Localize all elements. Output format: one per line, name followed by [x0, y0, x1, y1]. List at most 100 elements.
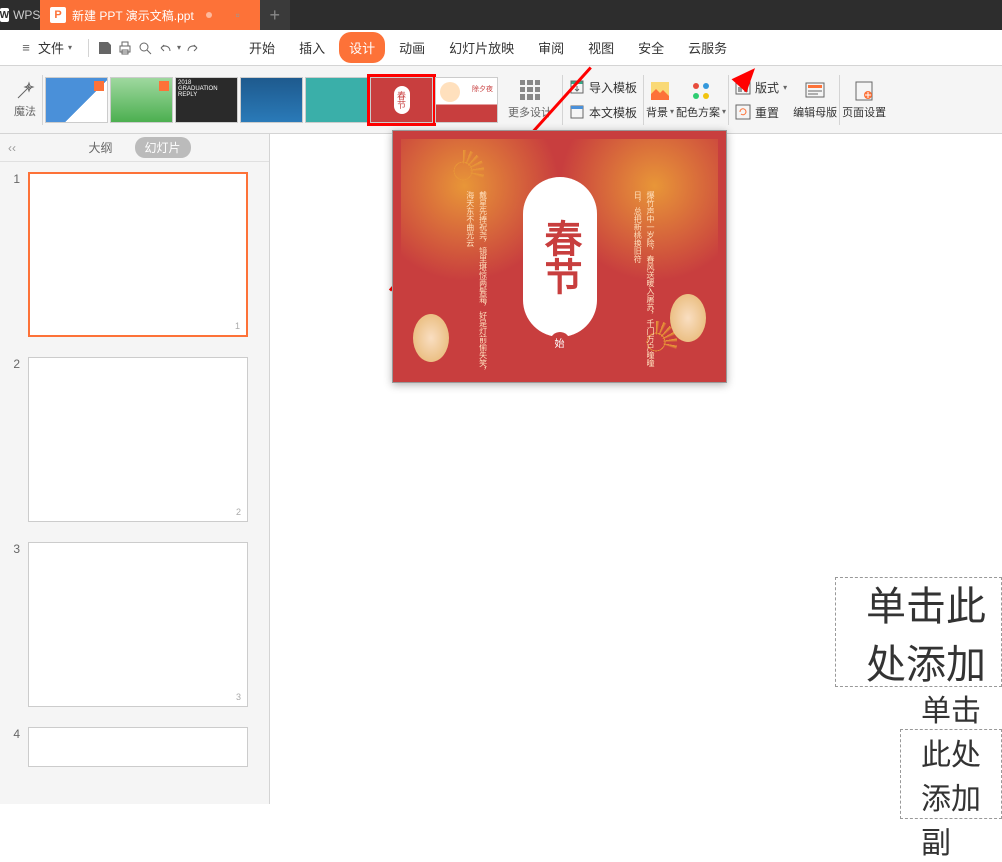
- template-3[interactable]: 2018GRADUATIONREPLY: [175, 77, 238, 123]
- color-scheme-button[interactable]: 配色方案▾: [676, 80, 726, 120]
- preview-left-text: 戴星先捧祝尧，镜里堪惊两鬓霜，好是灯前偷失笑，海天东不曲光云: [463, 191, 489, 382]
- save-icon[interactable]: [97, 40, 113, 56]
- template-preview-popup: 戴星先捧祝尧，镜里堪惊两鬓霜，好是灯前偷失笑，海天东不曲光云 爆竹声中一岁除，春…: [392, 130, 727, 383]
- separator: [42, 75, 43, 125]
- lantern-icon: [670, 294, 706, 342]
- slides-tab[interactable]: 幻灯片: [135, 137, 191, 158]
- slide-number: 4: [8, 727, 20, 767]
- slide-entry-3[interactable]: 3 3: [8, 542, 261, 707]
- layout-label: 版式: [755, 79, 779, 96]
- preview-badge: 始: [550, 332, 570, 352]
- chevron-down-icon: ▾: [783, 83, 787, 92]
- slide-number: 1: [8, 172, 20, 337]
- slide-thumbnail[interactable]: 2: [28, 357, 248, 522]
- page-setup-button[interactable]: 页面设置: [842, 80, 886, 120]
- slide-entry-4[interactable]: 4: [8, 727, 261, 767]
- magic-label: 魔法: [14, 103, 36, 119]
- slide-thumbnail[interactable]: [28, 727, 248, 767]
- color-scheme-label: 配色方案: [676, 104, 720, 120]
- magic-wand-icon: [15, 81, 35, 101]
- print-preview-icon[interactable]: [137, 40, 153, 56]
- palette-icon: [690, 80, 712, 102]
- background-icon: [649, 80, 671, 102]
- template-6-label: 春节: [394, 86, 410, 114]
- ppt-file-icon: P: [50, 7, 66, 23]
- separator: [728, 75, 729, 125]
- document-tab[interactable]: P 新建 PPT 演示文稿.ppt ▫: [40, 0, 260, 30]
- template-4[interactable]: [240, 77, 303, 123]
- slide-page-label: 1: [235, 321, 240, 331]
- tab-security[interactable]: 安全: [628, 32, 674, 63]
- grid-icon: [520, 80, 540, 100]
- slide-thumbnail[interactable]: 3: [28, 542, 248, 707]
- import-template-label: 导入模板: [589, 79, 637, 96]
- chevron-down-icon: ▾: [670, 107, 674, 116]
- redo-icon[interactable]: [185, 40, 201, 56]
- file-menu[interactable]: ≡ 文件 ▾: [10, 34, 80, 61]
- tab-design[interactable]: 设计: [339, 32, 385, 63]
- subtitle-placeholder[interactable]: 单击此处添加副: [900, 729, 1002, 819]
- tab-cloud[interactable]: 云服务: [678, 32, 737, 63]
- chevron-down-icon: ▾: [68, 43, 72, 52]
- lantern-icon: [413, 314, 449, 362]
- tab-menu-icon[interactable]: ▫: [226, 8, 250, 22]
- slides-list[interactable]: 1 1 2 2 3 3 4: [0, 162, 269, 804]
- file-label: 文件: [38, 38, 64, 57]
- print-icon[interactable]: [117, 40, 133, 56]
- tab-start[interactable]: 开始: [239, 32, 285, 63]
- slide-page-label: 3: [236, 692, 241, 702]
- slide-panel: ‹‹ 大纲 幻灯片 1 1 2 2 3 3 4: [0, 134, 270, 804]
- wps-logo-icon: W: [0, 8, 9, 22]
- separator: [643, 75, 644, 125]
- background-label: 背景: [646, 104, 668, 120]
- tab-animation[interactable]: 动画: [389, 32, 435, 63]
- reset-button[interactable]: 重置: [731, 102, 791, 123]
- wps-logo[interactable]: W WPS: [0, 8, 40, 22]
- tab-slideshow[interactable]: 幻灯片放映: [439, 32, 524, 63]
- template-6-selected[interactable]: 春节: [370, 77, 433, 123]
- template-icon: [569, 104, 585, 120]
- hamburger-icon: ≡: [18, 40, 34, 56]
- title-placeholder[interactable]: 单击此处添加: [835, 577, 1002, 687]
- preview-title: 春节: [523, 177, 597, 337]
- edit-master-button[interactable]: 编辑母版: [793, 80, 837, 120]
- app-name-label: WPS: [13, 8, 40, 22]
- template-5[interactable]: [305, 77, 368, 123]
- template-1[interactable]: [45, 77, 108, 123]
- page-setup-label: 页面设置: [842, 104, 886, 120]
- undo-dropdown-icon[interactable]: ▾: [177, 43, 181, 52]
- collapse-panel-icon[interactable]: ‹‹: [8, 141, 16, 155]
- chevron-down-icon: ▾: [722, 107, 726, 116]
- slide-number: 3: [8, 542, 20, 707]
- edit-master-label: 编辑母版: [793, 104, 837, 120]
- preview-right-text: 爆竹声中一岁除，春风送暖入屠苏，千门万户曈曈日，总把新桃换旧符: [630, 191, 656, 382]
- tab-review[interactable]: 审阅: [528, 32, 574, 63]
- slide-page-label: 2: [236, 507, 241, 517]
- master-icon: [804, 80, 826, 102]
- slide-canvas[interactable]: 单击此处添加 单击此处添加副: [770, 529, 1002, 804]
- doll-face-icon: [440, 82, 460, 102]
- slide-entry-2[interactable]: 2 2: [8, 357, 261, 522]
- background-button[interactable]: 背景▾: [646, 80, 674, 120]
- tab-insert[interactable]: 插入: [289, 32, 335, 63]
- page-setup-icon: [853, 80, 875, 102]
- separator: [839, 75, 840, 125]
- separator: [88, 39, 89, 57]
- template-2[interactable]: [110, 77, 173, 123]
- tab-view[interactable]: 视图: [578, 32, 624, 63]
- new-tab-button[interactable]: +: [260, 0, 290, 30]
- outline-tab[interactable]: 大纲: [78, 137, 122, 158]
- slide-number: 2: [8, 357, 20, 522]
- this-template-label: 本文模板: [589, 104, 637, 121]
- slide-entry-1[interactable]: 1 1: [8, 172, 261, 337]
- reset-label: 重置: [755, 104, 779, 121]
- magic-button[interactable]: 魔法: [10, 70, 40, 129]
- template-7[interactable]: [435, 77, 498, 123]
- template-gallery: 2018GRADUATIONREPLY 春节 更多设计: [45, 77, 560, 123]
- this-template-button[interactable]: 本文模板: [565, 102, 641, 123]
- tab-status-dot: [206, 12, 212, 18]
- reset-icon: [735, 104, 751, 120]
- tab-title: 新建 PPT 演示文稿.ppt: [72, 7, 194, 24]
- undo-icon[interactable]: [157, 40, 173, 56]
- slide-thumbnail[interactable]: 1: [28, 172, 248, 337]
